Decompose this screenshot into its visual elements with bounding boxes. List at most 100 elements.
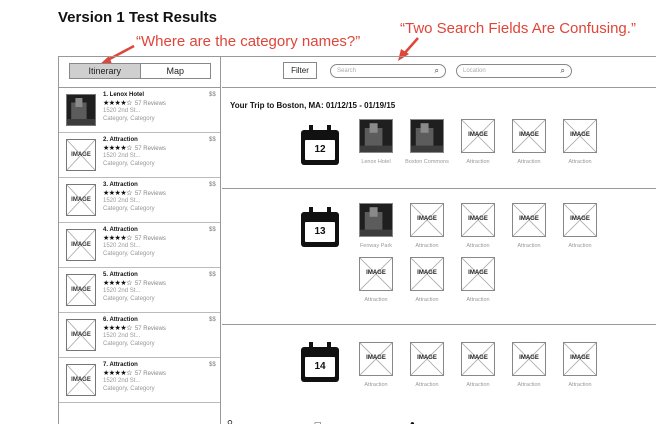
rating-stars: ★★★★☆ [103, 234, 132, 242]
itinerary-item[interactable]: Fenway Park [359, 203, 393, 250]
itinerary-item[interactable]: IMAGE Attraction [461, 203, 495, 250]
itinerary-item[interactable]: IMAGE Attraction [512, 203, 546, 250]
itinerary-item[interactable]: IMAGE Attraction [410, 342, 444, 389]
photo-shape [360, 229, 392, 236]
itinerary-item[interactable]: Boston Commons [405, 119, 449, 166]
rating-stars: ★★★★☆ [103, 144, 132, 152]
image-label: IMAGE [519, 132, 539, 138]
item-photo [359, 203, 393, 237]
profile-icon[interactable]: ● [410, 419, 415, 424]
itinerary-item[interactable]: IMAGE Attraction [410, 257, 444, 304]
image-placeholder: IMAGE [66, 274, 96, 306]
image-placeholder: IMAGE [461, 203, 495, 237]
image-label: IMAGE [468, 216, 488, 222]
photo-shape [420, 123, 429, 133]
rating-stars: ★★★★☆ [103, 369, 132, 377]
rating-stars: ★★★★☆ [103, 99, 132, 107]
price-badge: $$ [209, 272, 216, 278]
search-icon[interactable]: ⌕ [435, 65, 439, 77]
calendar-icon: 12 [301, 125, 339, 165]
itinerary-item[interactable]: IMAGE Attraction [563, 342, 597, 389]
image-placeholder: IMAGE [512, 203, 546, 237]
image-label: IMAGE [71, 332, 91, 338]
list-item[interactable]: IMAGE 2. Attraction ★★★★☆ 57 Reviews 1520 2n… [59, 133, 220, 178]
price-badge: $$ [209, 92, 216, 98]
item-address: 1520 2nd St... [103, 288, 141, 294]
item-caption: Attraction [568, 382, 592, 388]
calendar-ring [309, 342, 313, 352]
image-label: IMAGE [570, 355, 590, 361]
itinerary-item[interactable]: IMAGE Attraction [461, 257, 495, 304]
itinerary-item[interactable]: IMAGE Attraction [563, 119, 597, 166]
list-item[interactable]: IMAGE 4. Attraction ★★★★☆ 57 Reviews 1520 2n… [59, 223, 220, 268]
image-placeholder: IMAGE [512, 342, 546, 376]
item-caption: Fenway Park [359, 243, 393, 249]
item-caption: Boston Commons [405, 159, 449, 165]
item-name: 1. Lenox Hotel [103, 92, 145, 98]
review-count: 57 Reviews [134, 325, 166, 332]
image-placeholder: IMAGE [563, 119, 597, 153]
rating-stars: ★★★★☆ [103, 189, 132, 197]
itinerary-item[interactable]: IMAGE Attraction [461, 119, 495, 166]
list-item[interactable]: IMAGE 5. Attraction ★★★★☆ 57 Reviews 1520 2n… [59, 268, 220, 313]
rating-line: ★★★★☆ 57 Reviews [103, 145, 166, 154]
item-info: 2. Attraction ★★★★☆ 57 Reviews 1520 2nd St.… [103, 137, 166, 168]
item-category: Category, Category [103, 250, 155, 257]
location-search-icon[interactable]: ⌕ [561, 65, 565, 77]
item-name: 5. Attraction [103, 272, 138, 278]
trip-title: Your Trip to Boston, MA: 01/12/15 - 01/1… [230, 101, 396, 110]
itinerary-item[interactable]: IMAGE Attraction [461, 342, 495, 389]
image-label: IMAGE [366, 355, 386, 361]
day-divider [222, 324, 656, 325]
image-placeholder: IMAGE [512, 119, 546, 153]
item-caption: Attraction [568, 159, 592, 165]
review-count: 57 Reviews [134, 280, 166, 287]
item-address: 1520 2nd St... [103, 153, 141, 159]
bookmark-icon[interactable]: ▭ [314, 419, 322, 424]
item-address: 1520 2nd St... [103, 243, 141, 249]
item-category: Category, Category [103, 205, 155, 212]
itinerary-item[interactable]: Lenox Hotel [359, 119, 393, 166]
itinerary-item[interactable]: IMAGE Attraction [563, 203, 597, 250]
rating-line: ★★★★☆ 57 Reviews [103, 325, 166, 334]
image-label: IMAGE [519, 355, 539, 361]
review-count: 57 Reviews [134, 145, 166, 152]
calendar-ring [327, 125, 331, 135]
filter-button[interactable]: Filter [283, 62, 317, 79]
item-address: 1520 2nd St... [103, 108, 141, 114]
itinerary-item[interactable]: IMAGE Attraction [359, 257, 393, 304]
calendar-icon: 13 [301, 207, 339, 247]
location-input[interactable]: Location ⌕ [456, 64, 572, 78]
tab-itinerary[interactable]: Itinerary [70, 64, 141, 78]
item-name: 6. Attraction [103, 317, 138, 323]
item-category: Category, Category [103, 295, 155, 302]
item-category: Category, Category [103, 385, 155, 392]
view-switch: Itinerary Map [69, 63, 211, 79]
tab-map[interactable]: Map [141, 64, 211, 78]
search-icon[interactable]: ⚲ [227, 419, 233, 424]
item-address: 1520 2nd St... [103, 198, 141, 204]
search-input[interactable]: Search ⌕ [330, 64, 446, 78]
item-info: 1. Lenox Hotel ★★★★☆ 57 Reviews 1520 2nd St… [103, 92, 166, 123]
image-label: IMAGE [468, 355, 488, 361]
item-name: 7. Attraction [103, 362, 138, 368]
itinerary-panel: Filter Search ⌕ Location ⌕ Your Trip to … [222, 57, 656, 424]
list-item[interactable]: 1. Lenox Hotel ★★★★☆ 57 Reviews 1520 2nd St… [59, 88, 220, 133]
list-item[interactable]: IMAGE 6. Attraction ★★★★☆ 57 Reviews 1520 2n… [59, 313, 220, 358]
image-label: IMAGE [570, 132, 590, 138]
rating-stars: ★★★★☆ [103, 324, 132, 332]
photo-shape [411, 145, 443, 152]
itinerary-item[interactable]: IMAGE Attraction [359, 342, 393, 389]
itinerary-item[interactable]: IMAGE Attraction [512, 119, 546, 166]
image-label: IMAGE [366, 270, 386, 276]
itinerary-item[interactable]: IMAGE Attraction [512, 342, 546, 389]
list-item[interactable]: IMAGE 7. Attraction ★★★★☆ 57 Reviews 1520 2n… [59, 358, 220, 403]
rating-line: ★★★★☆ 57 Reviews [103, 280, 166, 289]
itinerary-item[interactable]: IMAGE Attraction [410, 203, 444, 250]
app-frame: Itinerary Map 1. Lenox Hotel ★★★★☆ 57 Revi… [58, 56, 656, 424]
item-info: 5. Attraction ★★★★☆ 57 Reviews 1520 2nd St.… [103, 272, 166, 303]
item-caption: Attraction [466, 297, 490, 303]
list-item[interactable]: IMAGE 3. Attraction ★★★★☆ 57 Reviews 1520 2n… [59, 178, 220, 223]
item-caption: Attraction [517, 243, 541, 249]
calendar-ring [327, 207, 331, 217]
